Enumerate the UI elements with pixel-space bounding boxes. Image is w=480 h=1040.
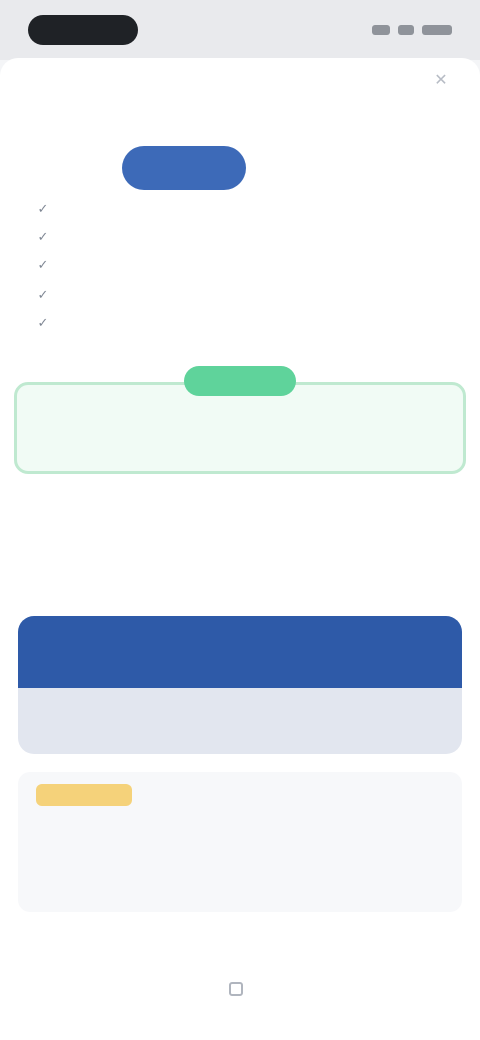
battery-icon <box>422 25 452 35</box>
status-time <box>28 15 138 45</box>
check-icon: ✓ <box>37 201 49 216</box>
check-icon: ✓ <box>37 287 49 302</box>
check-icon: ✓ <box>37 229 49 244</box>
status-bar <box>0 0 480 60</box>
trial-badge <box>184 366 296 396</box>
plan-sublabel <box>262 160 352 176</box>
status-icons <box>372 25 452 35</box>
close-icon[interactable]: ✕ <box>432 72 450 90</box>
feature-item: ✓ <box>34 228 454 246</box>
check-icon: ✓ <box>37 257 49 272</box>
plan-pill[interactable] <box>122 146 246 190</box>
feature-list: ✓ ✓ ✓ ✓ ✓ <box>34 200 454 342</box>
feature-item: ✓ <box>34 200 454 218</box>
cta-strip <box>18 688 462 754</box>
feature-item: ✓ <box>34 256 454 274</box>
lock-icon <box>229 982 243 996</box>
subscribe-button[interactable] <box>18 616 462 688</box>
signal-icon <box>372 25 390 35</box>
promo-tag <box>36 784 132 806</box>
restore-link[interactable] <box>160 978 320 1000</box>
check-icon: ✓ <box>37 315 49 330</box>
feature-item: ✓ <box>34 286 454 304</box>
feature-item: ✓ <box>34 314 454 332</box>
wifi-icon <box>398 25 414 35</box>
